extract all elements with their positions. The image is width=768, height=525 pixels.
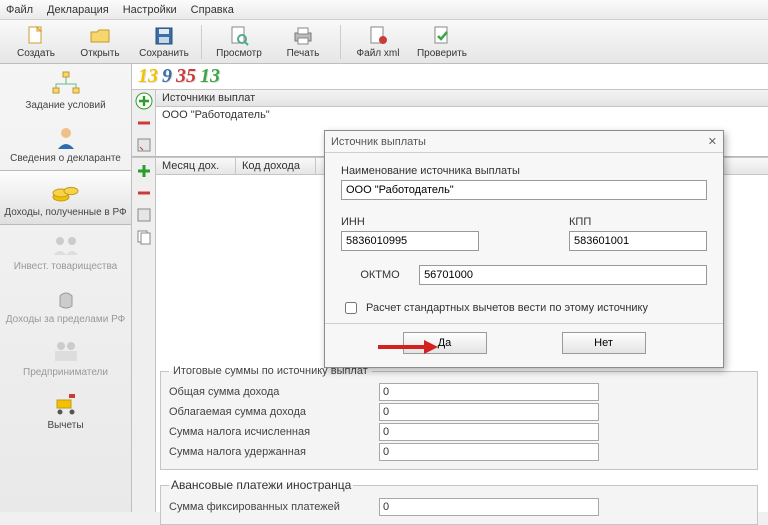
toolbar: Создать Открыть Сохранить Просмотр Печат… <box>0 20 768 64</box>
open-folder-icon <box>89 25 111 47</box>
edit-source-button[interactable] <box>135 136 153 154</box>
taxable-income-field[interactable] <box>379 403 599 421</box>
edit-icon <box>135 136 153 154</box>
oktmo-input[interactable] <box>419 265 707 285</box>
source-dialog: Источник выплаты ✕ Наименование источник… <box>324 130 724 368</box>
plus-icon <box>135 92 153 110</box>
open-button[interactable]: Открыть <box>70 25 130 59</box>
group-icon <box>49 231 83 259</box>
xml-button[interactable]: Файл xml <box>348 25 408 59</box>
menu-file[interactable]: Файл <box>6 4 33 16</box>
separator <box>340 25 341 59</box>
save-button[interactable]: Сохранить <box>134 25 194 59</box>
sources-header: Источники выплат <box>156 90 768 107</box>
sidebar-item-invest: Инвест. товарищества <box>0 225 131 278</box>
menu-help[interactable]: Справка <box>191 4 234 16</box>
check-button[interactable]: Проверить <box>412 25 472 59</box>
inn-input[interactable] <box>341 231 479 251</box>
sources-toolbar <box>132 90 156 156</box>
tax-calculated-field[interactable] <box>379 423 599 441</box>
check-icon <box>431 25 453 47</box>
sidebar-item-deductions[interactable]: Вычеты <box>0 384 131 437</box>
advance-legend: Авансовые платежи иностранца <box>169 478 353 492</box>
menu-settings[interactable]: Настройки <box>123 4 177 16</box>
kpp-input[interactable] <box>569 231 707 251</box>
preview-button[interactable]: Просмотр <box>209 25 269 59</box>
tree-icon <box>49 70 83 98</box>
copy-icon <box>135 228 153 246</box>
minus-icon <box>135 184 153 202</box>
businessmen-icon <box>49 337 83 365</box>
sidebar: Задание условий Сведения о декларанте До… <box>0 64 132 512</box>
advance-fieldset: Авансовые платежи иностранца Сумма фикси… <box>160 478 758 525</box>
sources-item[interactable]: ООО "Работодатель" <box>156 107 768 123</box>
sidebar-item-declarant[interactable]: Сведения о декларанте <box>0 117 131 170</box>
menubar: Файл Декларация Настройки Справка <box>0 0 768 20</box>
xml-icon <box>367 25 389 47</box>
totals-fieldset: Итоговые суммы по источнику выплат Общая… <box>160 365 758 470</box>
copy-income-button[interactable] <box>135 228 153 246</box>
dialog-buttons: Да Нет <box>325 323 723 362</box>
menu-declaration[interactable]: Декларация <box>47 4 109 16</box>
add-source-button[interactable] <box>135 92 153 110</box>
new-button[interactable]: Создать <box>6 25 66 59</box>
add-income-button[interactable] <box>135 162 153 180</box>
person-icon <box>49 123 83 151</box>
source-name-input[interactable] <box>341 180 707 200</box>
dialog-titlebar: Источник выплаты ✕ <box>325 131 723 153</box>
minus-icon <box>135 114 153 132</box>
save-icon <box>153 25 175 47</box>
print-button[interactable]: Печать <box>273 25 333 59</box>
fixed-payments-field[interactable] <box>379 498 599 516</box>
edit-icon <box>135 206 153 224</box>
sidebar-item-entrep: Предприниматели <box>0 331 131 384</box>
tax-withheld-field[interactable] <box>379 443 599 461</box>
bag-icon <box>49 284 83 312</box>
std-deduction-checkbox[interactable] <box>345 302 357 314</box>
remove-source-button[interactable] <box>135 114 153 132</box>
print-icon <box>292 25 314 47</box>
cart-icon <box>49 390 83 418</box>
preview-icon <box>228 25 250 47</box>
edit-income-button[interactable] <box>135 206 153 224</box>
dialog-body: Наименование источника выплаты ИНН КПП О… <box>325 153 723 323</box>
form-number-bar: 13 9 35 13 <box>132 64 768 90</box>
total-income-field[interactable] <box>379 383 599 401</box>
plus-icon <box>135 162 153 180</box>
no-button[interactable]: Нет <box>562 332 646 354</box>
coins-icon <box>49 177 83 205</box>
sidebar-item-conditions[interactable]: Задание условий <box>0 64 131 117</box>
separator <box>201 25 202 59</box>
remove-income-button[interactable] <box>135 184 153 202</box>
new-file-icon <box>25 25 47 47</box>
dialog-close-button[interactable]: ✕ <box>708 135 717 149</box>
sidebar-item-income-rf[interactable]: Доходы, полученные в РФ <box>0 170 131 225</box>
sidebar-item-foreign: Доходы за пределами РФ <box>0 278 131 331</box>
yes-button[interactable]: Да <box>403 332 487 354</box>
income-toolbar <box>132 158 156 512</box>
